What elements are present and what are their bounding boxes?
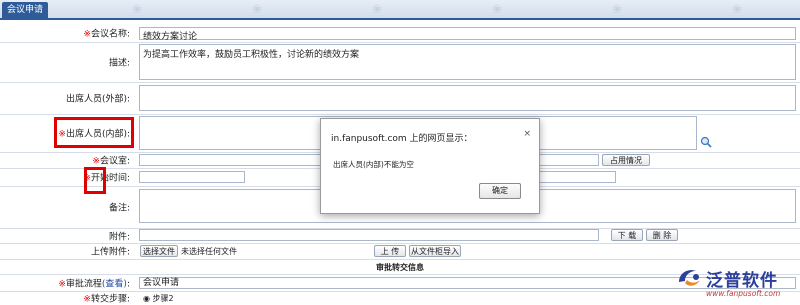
dialog-title: in.fanpusoft.com 上的网页显示： [331, 134, 473, 144]
meeting-name-input[interactable]: 绩效方案讨论 [139, 27, 796, 42]
upload-button[interactable]: 上 传 [374, 245, 406, 257]
fanpu-logo-icon [676, 266, 704, 290]
flower-decoration-icon: ❀ [491, 2, 503, 16]
highlight-required-mark [84, 167, 106, 194]
flower-decoration-icon: ❀ [371, 2, 383, 16]
step-radio[interactable]: ◉ 步骤2 [143, 293, 174, 304]
end-time-input[interactable] [539, 171, 616, 183]
no-file-text: 未选择任何文件 [181, 247, 237, 256]
close-icon[interactable]: × [523, 129, 531, 139]
choose-file-button[interactable]: 选择文件 [140, 245, 178, 257]
watermark-brand: 泛普软件 [706, 271, 778, 291]
flower-decoration-icon: ❀ [731, 2, 743, 16]
attachment-select[interactable] [139, 229, 599, 241]
step-label: 转交步骤: [90, 294, 130, 304]
title-bar: 会议申请 ❀ ❀ ❀ ❀ ❀ ❀ [0, 0, 800, 20]
row-attendees-external: 出席人员(外部): [0, 82, 800, 115]
row-description: 描述: 为提高工作效率，鼓励员工积极性，讨论新的绩效方案 [0, 42, 800, 83]
occupancy-button[interactable]: 占用情况 [602, 154, 650, 166]
start-time-input[interactable] [139, 171, 245, 183]
attachment-label: 附件: [108, 232, 130, 242]
view-workflow-link[interactable]: (查看) [102, 280, 127, 290]
row-meeting-name: ※会议名称: 绩效方案讨论 [0, 24, 800, 43]
alert-dialog: in.fanpusoft.com 上的网页显示： × 出席人员(内部)不能为空 … [320, 118, 540, 214]
meeting-name-label: 会议名称: [90, 29, 130, 40]
highlight-attendees-internal [54, 117, 134, 148]
meeting-room-label: 会议室: [99, 156, 130, 167]
delete-button[interactable]: 删 除 [646, 229, 678, 241]
upload-label: 上传附件: [90, 247, 130, 258]
description-label: 描述: [108, 58, 130, 69]
ok-button[interactable]: 确定 [479, 183, 521, 199]
flower-decoration-icon: ❀ [251, 2, 263, 16]
watermark: 泛普软件 www.fanpusoft.com [676, 264, 800, 305]
row-attachment: 附件: 下 载 删 除 [0, 228, 800, 244]
import-from-cabinet-button[interactable]: 从文件柜导入 [409, 245, 461, 257]
watermark-url: www.fanpusoft.com [706, 289, 781, 298]
dialog-message: 出席人员(内部)不能为空 [333, 160, 414, 169]
description-textarea[interactable]: 为提高工作效率，鼓励员工积极性，讨论新的绩效方案 [139, 44, 796, 80]
download-button[interactable]: 下 载 [611, 229, 643, 241]
flower-decoration-icon: ❀ [131, 2, 143, 16]
flower-decoration-icon: ❀ [611, 2, 623, 16]
remarks-label: 备注: [108, 203, 130, 214]
attendees-external-label: 出席人员(外部): [65, 94, 130, 105]
workflow-label: 审批流程 [65, 279, 102, 290]
row-upload: 上传附件: 选择文件 未选择任何文件 上 传 从文件柜导入 [0, 243, 800, 260]
select-user-icon[interactable] [700, 136, 712, 148]
tab-meeting-application[interactable]: 会议申请 [2, 2, 48, 18]
attendees-external-textarea[interactable] [139, 85, 796, 111]
